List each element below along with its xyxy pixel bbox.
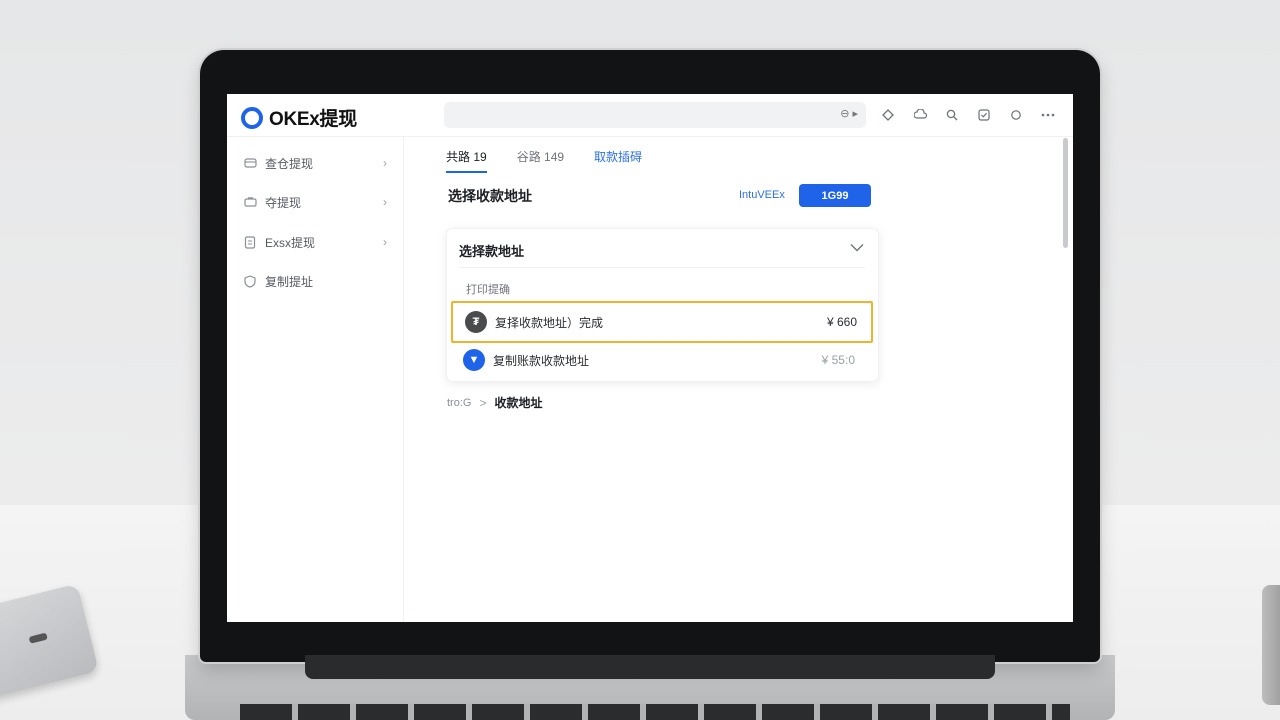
search-hint: ⊖ ▸ (840, 108, 858, 120)
top-bar: OKEx提现 ⊖ ▸ (227, 94, 1073, 137)
option-amount: ¥ 660 (826, 315, 857, 329)
okex-logo-icon (241, 106, 263, 129)
toolbar-icons (879, 106, 1057, 124)
app-logo[interactable]: OKEx提现 (241, 104, 357, 131)
page-title: 选择收款地址 (448, 188, 532, 204)
tab-second[interactable]: 谷路 149 (517, 148, 564, 173)
address-option-1[interactable]: ₮ 复择收款地址）完成 ¥ 660 (451, 301, 873, 343)
chevron-down-icon[interactable] (850, 239, 864, 255)
phone-port (28, 632, 48, 644)
option-label: 复择收款地址）完成 (495, 315, 604, 330)
more-icon[interactable] (1039, 106, 1057, 124)
coin-icon: ▼ (463, 349, 485, 371)
sidebar-item-label: 夺提现 (265, 195, 302, 210)
sidebar-item-3[interactable]: Exsx提现 › (243, 227, 391, 257)
keyboard-keys (240, 704, 1070, 720)
app-screen: OKEx提现 ⊖ ▸ 查仓提现 › 夺提现 › Exsx提现 › 复制提址 共路… (227, 94, 1073, 622)
card-heading: 选择款地址 (459, 244, 525, 259)
chevron-right-icon: › (383, 195, 387, 209)
tab-bar: 共路 19 谷路 149 取款插碍 (446, 148, 642, 173)
breadcrumb-first[interactable]: tro:G (447, 397, 471, 409)
laptop-hinge (305, 655, 995, 679)
card-subheading: 打印提确 (466, 284, 510, 296)
circle-icon[interactable] (1007, 106, 1025, 124)
sidebar-item-label: Exsx提现 (265, 235, 316, 250)
search-icon[interactable] (943, 106, 961, 124)
breadcrumb-separator: > (479, 395, 487, 410)
tab-all[interactable]: 共路 19 (446, 148, 487, 173)
option-label: 复制账款收款地址 (493, 353, 590, 368)
app-title: OKEx提现 (269, 109, 357, 130)
diamond-icon[interactable] (879, 106, 897, 124)
address-option-2[interactable]: ▼ 复制账款收款地址 ¥ 55:0 (451, 341, 869, 379)
address-card: 选择款地址 打印提确 ₮ 复择收款地址）完成 ¥ 660 ▼ 复制账款收款地址 … (446, 228, 879, 382)
sidebar-item-1[interactable]: 查仓提现 › (243, 148, 391, 178)
secondary-link[interactable]: IntuVEEx (739, 189, 785, 201)
mug (1262, 585, 1280, 705)
sidebar-item-4[interactable]: 复制提址 (243, 266, 391, 296)
checkbox-icon[interactable] (975, 106, 993, 124)
breadcrumb-current: 收款地址 (494, 396, 543, 410)
sidebar: 查仓提现 › 夺提现 › Exsx提现 › 复制提址 (227, 136, 404, 622)
chevron-right-icon: › (383, 235, 387, 249)
chevron-right-icon: › (383, 156, 387, 170)
coin-icon: ₮ (465, 311, 487, 333)
primary-button[interactable]: 1G99 (799, 184, 871, 207)
divider (459, 267, 865, 268)
option-amount: ¥ 55:0 (821, 353, 855, 367)
cloud-icon[interactable] (911, 106, 929, 124)
sidebar-item-label: 查仓提现 (265, 156, 314, 171)
briefcase-icon (243, 195, 257, 209)
breadcrumb: tro:G > 收款地址 (447, 394, 542, 411)
shield-icon (243, 274, 257, 288)
document-icon (243, 235, 257, 249)
wallet-icon (243, 156, 257, 170)
scrollbar[interactable] (1063, 138, 1068, 248)
sidebar-item-label: 复制提址 (265, 274, 314, 289)
search-input[interactable]: ⊖ ▸ (444, 102, 866, 128)
sidebar-item-2[interactable]: 夺提现 › (243, 187, 391, 217)
tab-third[interactable]: 取款插碍 (594, 148, 642, 173)
